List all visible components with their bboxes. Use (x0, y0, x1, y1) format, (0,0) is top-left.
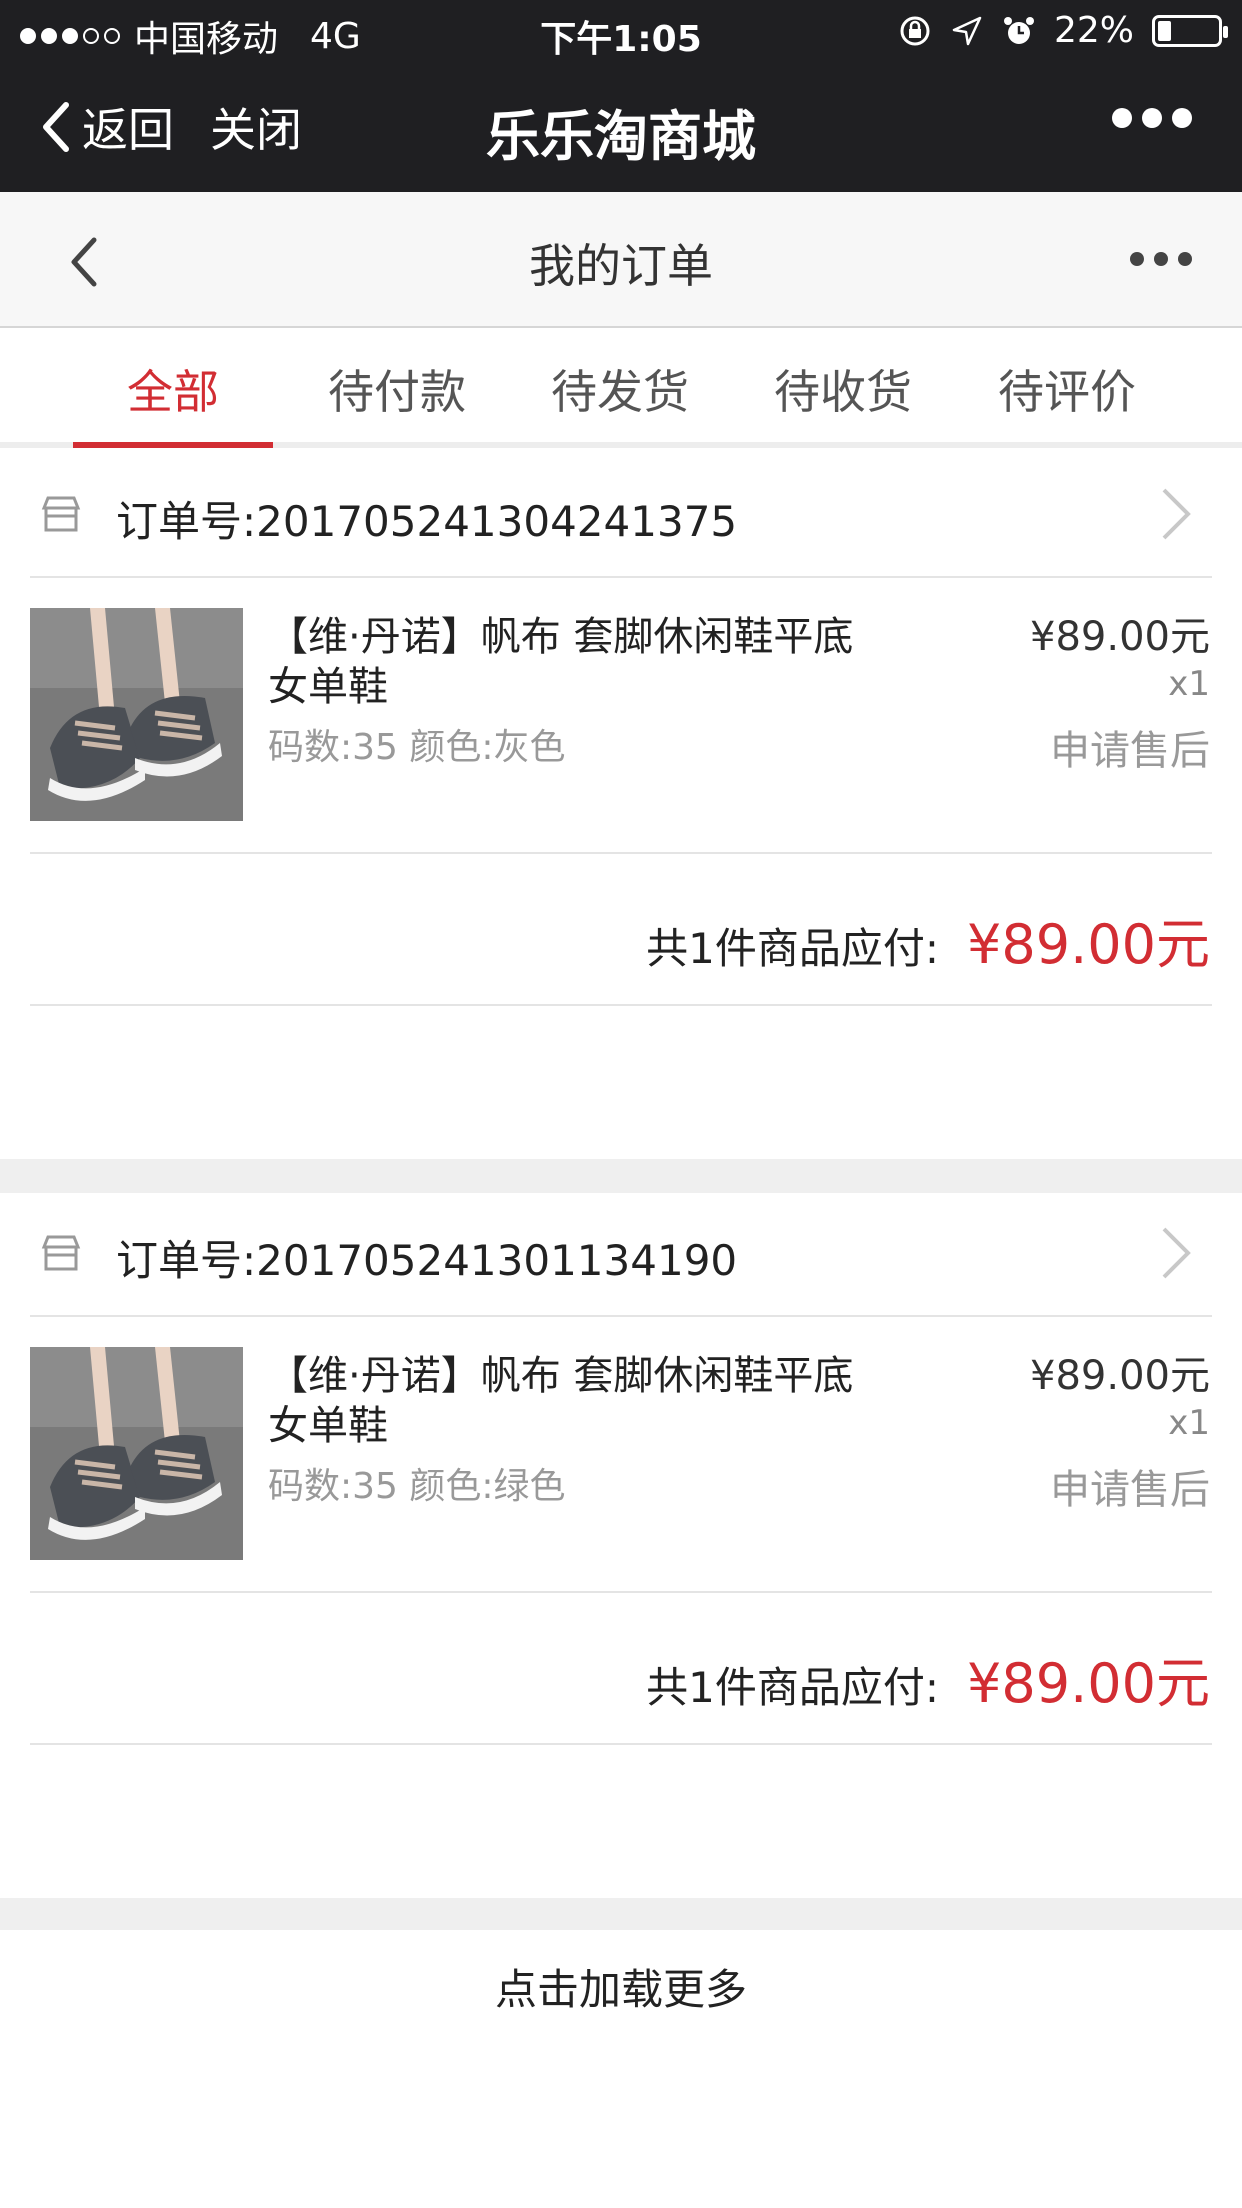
app-title: 乐乐淘商城 (486, 105, 756, 168)
section-gap (0, 1898, 1242, 1930)
after-sale-button[interactable]: 申请售后 (1050, 718, 1210, 776)
summary-amount: ¥89.00元 (967, 913, 1210, 976)
more-menu-button[interactable] (1112, 108, 1192, 128)
shoe-image-icon (30, 608, 243, 821)
battery-fill (1158, 20, 1171, 41)
store-icon (41, 496, 81, 532)
battery-percent: 22% (1053, 10, 1134, 51)
alarm-icon (1003, 16, 1034, 44)
after-sale-button[interactable]: 申请售后 (1050, 1457, 1210, 1515)
order-summary: 共1件商品应付: ¥89.00元 (646, 900, 1210, 979)
product-quantity: x1 (1168, 1403, 1210, 1443)
order-number: 订单号:201705241301134190 (116, 1236, 738, 1285)
product-image[interactable] (30, 1347, 243, 1560)
order-header[interactable]: 订单号:201705241301134190 (0, 1193, 1242, 1317)
order-header[interactable]: 订单号:201705241304241375 (0, 454, 1242, 578)
tab-all[interactable]: 全部 (73, 356, 273, 448)
product-name[interactable]: 【维·丹诺】帆布 套脚休闲鞋平底女单鞋 (268, 612, 868, 712)
page-more-button[interactable] (1130, 252, 1192, 266)
order-card: 订单号:201705241301134190 【维·丹诺】帆布 套脚休闲鞋平底女… (0, 1193, 1242, 1898)
order-summary: 共1件商品应付: ¥89.00元 (646, 1639, 1210, 1718)
location-icon (952, 16, 982, 45)
divider (30, 1591, 1212, 1593)
chevron-right-icon (1162, 488, 1191, 540)
more-dot-icon (1178, 252, 1192, 266)
top-bar: 中国移动 4G 下午1:05 22% 返回 关闭 乐乐淘商城 (0, 0, 1242, 192)
order-number: 订单号:201705241304241375 (116, 497, 738, 546)
divider (30, 576, 1212, 578)
tab-pending-review[interactable]: 待评价 (967, 356, 1167, 448)
summary-amount: ¥89.00元 (967, 1652, 1210, 1715)
orientation-lock-icon (900, 16, 930, 45)
store-icon (41, 1235, 81, 1271)
product-price: ¥89.00元 (1030, 614, 1210, 660)
status-bar: 中国移动 4G 下午1:05 22% (0, 0, 1242, 62)
product-spec: 码数:35 颜色:灰色 (268, 727, 566, 768)
chevron-right-icon (1162, 1227, 1191, 1279)
divider (30, 1315, 1212, 1317)
tab-pending-shipment[interactable]: 待发货 (520, 356, 720, 448)
summary-label: 共1件商品应付: (646, 924, 940, 973)
more-dot-icon (1172, 108, 1192, 128)
product-price: ¥89.00元 (1030, 1353, 1210, 1399)
wechat-nav-bar: 返回 关闭 乐乐淘商城 (0, 80, 1242, 190)
divider (30, 1743, 1212, 1745)
page-title: 我的订单 (529, 239, 713, 293)
section-gap (0, 1159, 1242, 1193)
load-more-button[interactable]: 点击加载更多 (0, 1930, 1242, 2050)
divider (30, 852, 1212, 854)
tab-pending-payment[interactable]: 待付款 (297, 356, 497, 448)
product-image[interactable] (30, 608, 243, 821)
tab-pending-receipt[interactable]: 待收货 (743, 356, 943, 448)
divider (30, 1004, 1212, 1006)
more-dot-icon (1112, 108, 1132, 128)
shoe-image-icon (30, 1347, 243, 1560)
product-spec: 码数:35 颜色:绿色 (268, 1466, 566, 1507)
order-tabs: 全部 待付款 待发货 待收货 待评价 (0, 330, 1242, 448)
page-header: 我的订单 (0, 192, 1242, 328)
product-quantity: x1 (1168, 664, 1210, 704)
battery-icon (1152, 14, 1228, 47)
product-name[interactable]: 【维·丹诺】帆布 套脚休闲鞋平底女单鞋 (268, 1351, 868, 1451)
more-dot-icon (1154, 252, 1168, 266)
more-dot-icon (1142, 108, 1162, 128)
summary-label: 共1件商品应付: (646, 1663, 940, 1712)
more-dot-icon (1130, 252, 1144, 266)
order-card: 订单号:201705241304241375 【维·丹诺】帆布 套脚休闲鞋平底女… (0, 454, 1242, 1159)
